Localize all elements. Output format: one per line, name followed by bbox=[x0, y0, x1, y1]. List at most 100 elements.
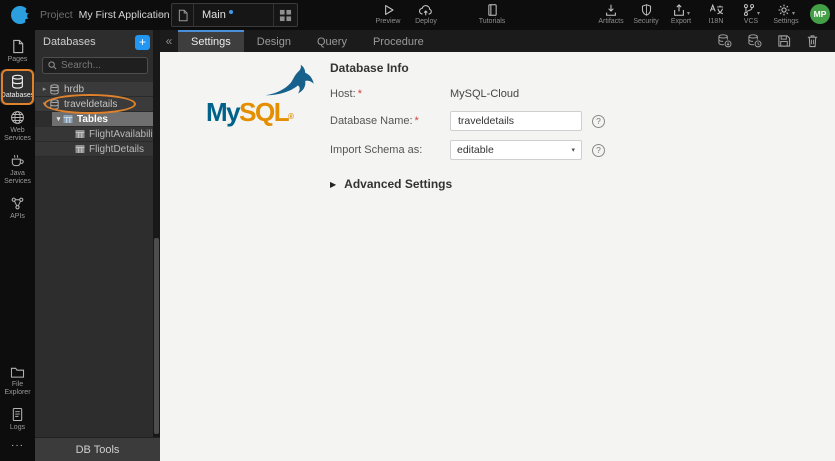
unsaved-indicator bbox=[228, 9, 233, 14]
log-file-icon bbox=[11, 407, 24, 422]
project-breadcrumb: Project My First Application bbox=[40, 9, 170, 21]
caret-expanded-icon[interactable]: ▾ bbox=[54, 115, 63, 123]
tab-design[interactable]: Design bbox=[244, 30, 304, 52]
tree-node-flightdetails[interactable]: FlightDetails bbox=[35, 142, 160, 157]
section-title: Database Info bbox=[330, 61, 409, 75]
sidebar-item-pages[interactable]: Pages bbox=[0, 34, 35, 69]
vcs-label: VCS bbox=[743, 18, 759, 25]
artifacts-label: Artifacts bbox=[598, 18, 624, 25]
tree-node-flightavailability[interactable]: FlightAvailability bbox=[35, 127, 161, 142]
artifacts-button[interactable]: Artifacts bbox=[597, 2, 625, 25]
i18n-button[interactable]: I18N bbox=[702, 2, 730, 25]
settings-label: Settings bbox=[773, 18, 799, 25]
tab-settings[interactable]: Settings bbox=[178, 30, 244, 52]
export-button[interactable]: ▾ Export bbox=[667, 2, 695, 25]
host-value: MySQL-Cloud bbox=[450, 88, 520, 100]
security-label: Security bbox=[633, 18, 659, 25]
save-icon[interactable] bbox=[777, 34, 791, 48]
database-cylinder-icon bbox=[49, 83, 60, 95]
import-schema-row: Import Schema as: editable ▾ ? bbox=[330, 140, 660, 160]
mysql-wordmark: MySQL® bbox=[206, 99, 294, 130]
sidebar-item-java-services[interactable]: Java Services bbox=[0, 148, 35, 191]
sidebar-item-databases[interactable]: Databases bbox=[0, 69, 35, 105]
databases-panel-header: Databases + bbox=[35, 30, 160, 54]
settings-button[interactable]: ▾ Settings bbox=[772, 2, 800, 25]
scrollbar-thumb[interactable] bbox=[154, 238, 159, 434]
sidebar-item-logs[interactable]: Logs bbox=[0, 402, 35, 437]
table-icon bbox=[75, 129, 85, 139]
search-input[interactable] bbox=[61, 60, 141, 71]
advanced-settings-label: Advanced Settings bbox=[344, 177, 453, 191]
shield-icon bbox=[640, 2, 653, 17]
delete-icon[interactable] bbox=[806, 34, 819, 48]
tree-node-traveldetails[interactable]: ▾ traveldetails bbox=[35, 94, 160, 114]
top-bar: Project My First Application › Main Prev… bbox=[0, 0, 835, 30]
caret-down-icon: ▾ bbox=[756, 11, 760, 17]
add-database-button[interactable]: + bbox=[135, 34, 150, 50]
database-name-input[interactable] bbox=[450, 111, 582, 131]
tree-node-hrdb[interactable]: ▸ hrdb bbox=[35, 82, 160, 97]
export-database-icon[interactable] bbox=[747, 34, 762, 48]
sidebar-item-apis[interactable]: APIs bbox=[0, 191, 35, 226]
caret-down-icon: ▾ bbox=[791, 11, 795, 17]
reimport-database-icon[interactable] bbox=[717, 34, 732, 48]
pages-icon bbox=[11, 39, 25, 54]
breadcrumb-chevron-icon: › bbox=[158, 6, 163, 21]
required-asterisk: * bbox=[357, 88, 362, 100]
db-tools-button[interactable]: DB Tools bbox=[35, 437, 160, 461]
table-icon bbox=[75, 144, 85, 154]
preview-label: Preview bbox=[375, 18, 401, 25]
database-name-row: Database Name:* ? bbox=[330, 111, 660, 131]
user-avatar[interactable]: MP bbox=[810, 3, 830, 24]
import-schema-label: Import Schema as: bbox=[330, 144, 423, 156]
app-logo-icon[interactable] bbox=[10, 5, 30, 25]
caret-solid-right-icon: ▶ bbox=[330, 179, 337, 189]
tab-query[interactable]: Query bbox=[304, 30, 360, 52]
advanced-settings-toggle[interactable]: ▶ Advanced Settings bbox=[330, 177, 660, 191]
page-grid-icon[interactable] bbox=[273, 4, 297, 26]
tree-node-label: traveldetails bbox=[64, 98, 118, 110]
sidebar-item-more[interactable]: ··· bbox=[0, 437, 35, 455]
cloud-upload-icon bbox=[418, 2, 434, 17]
database-info-form: Database Info Host: * MySQL-Cloud Databas… bbox=[330, 61, 660, 191]
tab-bar-spacer bbox=[437, 30, 717, 52]
deploy-button[interactable]: Deploy bbox=[412, 2, 440, 25]
sidebar-item-file-explorer[interactable]: File Explorer bbox=[0, 361, 35, 402]
database-tree: ▸ hrdb ▾ traveldetails ▾ Tables FlightAv… bbox=[35, 82, 161, 157]
sidebar-item-label: Logs bbox=[9, 424, 26, 431]
help-icon[interactable]: ? bbox=[592, 143, 605, 157]
tab-main-page[interactable]: Main bbox=[194, 4, 273, 26]
import-schema-select[interactable]: editable ▾ bbox=[450, 140, 582, 160]
tree-node-label: hrdb bbox=[64, 83, 85, 95]
tab-procedure[interactable]: Procedure bbox=[360, 30, 437, 52]
sidebar-item-web-services[interactable]: Web Services bbox=[0, 105, 35, 148]
help-icon[interactable]: ? bbox=[592, 114, 605, 128]
i18n-label: I18N bbox=[708, 18, 724, 25]
caret-collapsed-icon[interactable]: ▸ bbox=[40, 85, 49, 93]
page-file-icon[interactable] bbox=[172, 4, 194, 26]
tree-node-label: Tables bbox=[77, 113, 108, 125]
project-label: Project bbox=[40, 9, 73, 21]
panel-scrollbar[interactable] bbox=[153, 30, 160, 437]
mysql-wordmark-sql: SQL bbox=[239, 97, 289, 127]
vcs-button[interactable]: ▾ VCS bbox=[737, 2, 765, 25]
required-asterisk: * bbox=[414, 115, 419, 127]
tree-node-label: FlightAvailability bbox=[89, 128, 161, 140]
project-name: My First Application bbox=[78, 9, 170, 21]
security-button[interactable]: Security bbox=[632, 2, 660, 25]
caret-expanded-icon[interactable]: ▾ bbox=[40, 100, 49, 108]
page-tab-label: Main bbox=[202, 9, 226, 21]
collapse-panel-button[interactable]: « bbox=[160, 30, 178, 52]
preview-button[interactable]: Preview bbox=[374, 2, 402, 25]
download-tray-icon bbox=[604, 2, 618, 17]
service-tab-bar: « Settings Design Query Procedure bbox=[160, 30, 835, 52]
sidebar-item-label: Databases bbox=[0, 92, 35, 99]
database-search-box[interactable] bbox=[42, 57, 148, 74]
branch-icon: ▾ bbox=[742, 2, 760, 17]
deploy-label: Deploy bbox=[415, 18, 437, 25]
select-caret-icon: ▾ bbox=[571, 147, 575, 154]
tutorials-button[interactable]: Tutorials bbox=[478, 2, 506, 25]
tree-node-tables[interactable]: ▾ Tables bbox=[52, 112, 160, 127]
gear-icon: ▾ bbox=[777, 2, 795, 17]
left-nav-rail: Pages Databases Web Services Java Servic… bbox=[0, 30, 35, 461]
